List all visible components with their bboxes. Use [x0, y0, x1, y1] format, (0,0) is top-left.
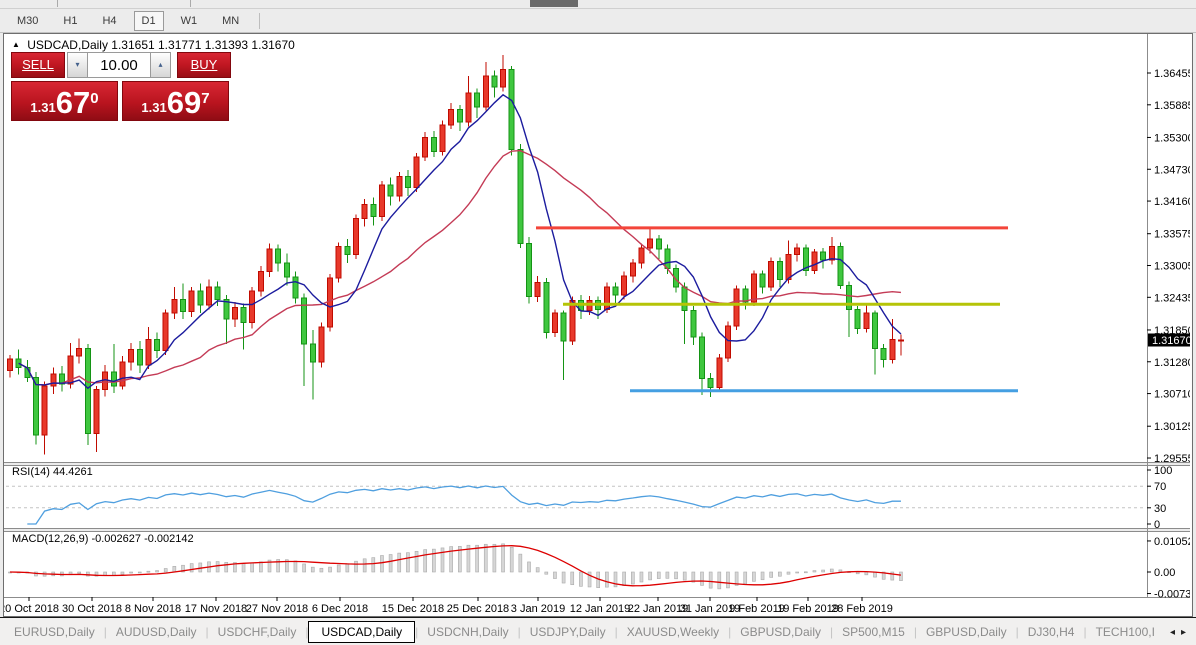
chart-title: ▲ USDCAD,Daily 1.31651 1.31771 1.31393 1… [12, 38, 295, 52]
tab-gbpusd-daily[interactable]: GBPUSD,Daily [731, 621, 830, 643]
toolbar-separator [259, 12, 261, 29]
tab-scroll-arrows: ◂ ▸ [1164, 627, 1196, 638]
svg-text:30 Oct 2018: 30 Oct 2018 [62, 603, 122, 614]
svg-text:19 Feb 2019: 19 Feb 2019 [777, 603, 839, 614]
svg-text:1.31280: 1.31280 [1154, 357, 1190, 369]
sell-price-prefix: 1.31 [30, 100, 56, 115]
mt4-terminal: M30 H1 H4 D1 W1 MN 1.36455 1.35885 1.35300 1.347… [0, 0, 1196, 645]
svg-text:0.010525: 0.010525 [1154, 536, 1190, 548]
tab-usdcad-daily[interactable]: USDCAD,Daily [308, 621, 416, 643]
tab-scroll-right-icon[interactable]: ▸ [1181, 627, 1186, 638]
svg-text:1.35300: 1.35300 [1154, 132, 1190, 144]
svg-text:6 Dec 2018: 6 Dec 2018 [312, 603, 368, 614]
chart-symbol-label: USDCAD,Daily [27, 38, 108, 52]
buy-price-main: 69 [166, 85, 202, 120]
price-chart-canvas[interactable]: 1.36455 1.35885 1.35300 1.34730 1.34160 1.335… [4, 34, 1190, 614]
tab-eurusd-daily[interactable]: EURUSD,Daily [5, 621, 104, 643]
tab-tech100-i[interactable]: TECH100,I [1087, 621, 1164, 643]
svg-text:0.00: 0.00 [1154, 567, 1175, 579]
tab-usdjpy-daily[interactable]: USDJPY,Daily [521, 621, 615, 643]
toolbar-separator [190, 0, 191, 7]
timeframe-h4[interactable]: H4 [94, 11, 124, 31]
timeframe-d1[interactable]: D1 [133, 10, 164, 31]
trade-panel-top-row: SELL ▾ ▴ BUY [11, 52, 231, 78]
svg-text:27 Nov 2018: 27 Nov 2018 [246, 603, 308, 614]
svg-text:12 Jan 2019: 12 Jan 2019 [570, 603, 631, 614]
svg-text:1.29555: 1.29555 [1154, 453, 1190, 465]
svg-text:1.35885: 1.35885 [1154, 100, 1190, 112]
one-click-trading-panel: SELL ▾ ▴ BUY 1.31670 1.31697 [11, 52, 231, 121]
svg-text:1.33575: 1.33575 [1154, 229, 1190, 241]
sell-button[interactable]: SELL [11, 52, 65, 78]
tab-sp500-m15[interactable]: SP500,M15 [833, 621, 914, 643]
svg-text:1.31670: 1.31670 [1152, 335, 1190, 347]
svg-text:20 Oct 2018: 20 Oct 2018 [4, 603, 59, 614]
collapse-arrow-icon[interactable]: ▲ [12, 40, 20, 49]
chart-tab-bar: EURUSD,Daily | AUDUSD,Daily | USDCHF,Daily | U… [0, 617, 1196, 645]
volume-decrease-button[interactable]: ▾ [67, 52, 88, 78]
tab-usdcnh-daily[interactable]: USDCNH,Daily [418, 621, 517, 643]
svg-text:1.34730: 1.34730 [1154, 164, 1190, 176]
svg-text:1.36455: 1.36455 [1154, 68, 1190, 80]
svg-text:1.30710: 1.30710 [1154, 389, 1190, 401]
tab-dj30-h4[interactable]: DJ30,H4 [1019, 621, 1084, 643]
tab-audusd-daily[interactable]: AUDUSD,Daily [107, 621, 206, 643]
svg-text:17 Nov 2018: 17 Nov 2018 [185, 603, 247, 614]
timeframe-w1[interactable]: W1 [173, 11, 206, 31]
chart-ohlc-values: 1.31651 1.31771 1.31393 1.31670 [111, 38, 295, 52]
svg-text:1.33005: 1.33005 [1154, 261, 1190, 273]
toolbar-button-edge [530, 0, 578, 7]
buy-price-prefix: 1.31 [141, 100, 167, 115]
timeframe-toolbar: M30 H1 H4 D1 W1 MN [0, 9, 1196, 33]
svg-text:0: 0 [1154, 519, 1160, 531]
svg-text:1.32435: 1.32435 [1154, 292, 1190, 304]
chart-background [4, 34, 1190, 614]
volume-input[interactable] [88, 52, 150, 78]
toolbar-separator [57, 0, 58, 7]
svg-text:30: 30 [1154, 503, 1166, 515]
macd-indicator-label: MACD(12,26,9) -0.002627 -0.002142 [12, 533, 194, 545]
svg-text:70: 70 [1154, 481, 1166, 493]
svg-text:8 Nov 2018: 8 Nov 2018 [125, 603, 181, 614]
sell-price-pip: 0 [90, 90, 99, 107]
sell-price-main: 67 [55, 85, 91, 120]
buy-price-pip: 7 [201, 90, 210, 107]
buy-price-button[interactable]: 1.31 69 7 [122, 81, 229, 121]
svg-text:100: 100 [1154, 465, 1172, 477]
chart-window: 1.36455 1.35885 1.35300 1.34730 1.34160 1.335… [3, 33, 1193, 617]
timeframe-h1[interactable]: H1 [55, 11, 85, 31]
tab-gbpusd-daily[interactable]: GBPUSD,Daily [917, 621, 1016, 643]
svg-text:3 Jan 2019: 3 Jan 2019 [511, 603, 565, 614]
rsi-indicator-label: RSI(14) 44.4261 [12, 466, 93, 478]
tab-scroll-left-icon[interactable]: ◂ [1170, 627, 1175, 638]
svg-text:1.34160: 1.34160 [1154, 196, 1190, 208]
svg-text:1.30125: 1.30125 [1154, 421, 1190, 433]
trade-panel-price-row: 1.31 67 0 1.31 69 7 [11, 81, 231, 121]
tab-xauusd-weekly[interactable]: XAUUSD,Weekly [618, 621, 728, 643]
timeframe-mn[interactable]: MN [214, 11, 247, 31]
volume-increase-button[interactable]: ▴ [150, 52, 171, 78]
svg-text:25 Dec 2018: 25 Dec 2018 [447, 603, 509, 614]
tab-usdchf-daily[interactable]: USDCHF,Daily [209, 621, 306, 643]
svg-text:15 Dec 2018: 15 Dec 2018 [382, 603, 444, 614]
main-toolbar-edge [0, 0, 1196, 9]
svg-text:-0.0073: -0.0073 [1154, 589, 1190, 601]
buy-button[interactable]: BUY [177, 52, 231, 78]
timeframe-m30[interactable]: M30 [9, 11, 46, 31]
sell-price-button[interactable]: 1.31 67 0 [11, 81, 118, 121]
svg-text:28 Feb 2019: 28 Feb 2019 [831, 603, 893, 614]
